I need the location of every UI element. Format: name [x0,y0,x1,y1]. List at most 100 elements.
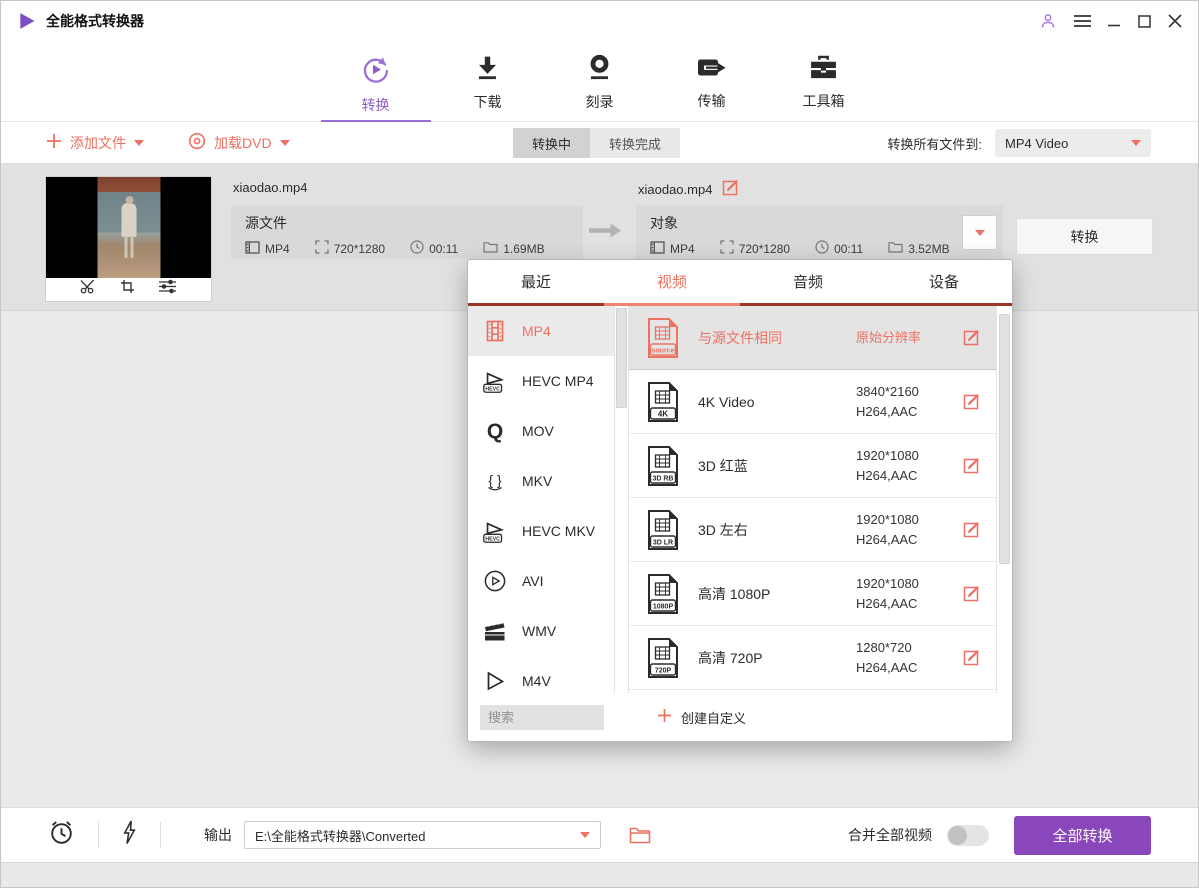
output-format-select[interactable]: MP4 Video [995,129,1151,157]
format-item-m4v[interactable]: M4V [468,656,614,693]
edit-preset-icon[interactable] [963,328,982,347]
search-input[interactable] [480,705,604,730]
tab-device[interactable]: 设备 [876,260,1012,303]
crop-icon[interactable] [120,279,135,299]
format-label: HEVC MKV [522,523,595,539]
preset-name: 3D 红蓝 [698,456,856,476]
preset-detail: 1920*1080H264,AAC [856,446,919,486]
app-logo-icon [17,11,37,31]
source-duration: 00:11 [429,242,458,256]
output-format-value: MP4 Video [1005,136,1068,151]
format-list-scrollbar[interactable] [614,306,629,693]
effects-sliders-icon[interactable] [158,279,177,299]
scrollbar-thumb[interactable] [616,308,627,408]
edit-preset-icon[interactable] [963,456,982,475]
film-frame-icon [650,241,665,257]
convert-row-button[interactable]: 转换 [1016,218,1153,255]
toolbox-icon [809,54,838,86]
tab-video[interactable]: 视频 [604,260,740,303]
format-item-mov[interactable]: Q MOV [468,406,614,456]
tab-converted[interactable]: 转换完成 [590,128,680,158]
source-file-name: xiaodao.mp4 [233,180,307,195]
minimize-icon[interactable] [1108,15,1121,28]
transfer-device-icon [696,54,727,86]
preset-detail: 3840*2160H264,AAC [856,382,919,422]
convert-all-button[interactable]: 全部转换 [1014,816,1151,855]
nav-tab-download[interactable]: 下载 [455,41,521,121]
preset-row-3d-left-right[interactable]: 3D LR 3D 左右 1920*1080H264,AAC [629,498,996,562]
edit-preset-icon[interactable] [963,584,982,603]
tab-recent[interactable]: 最近 [468,260,604,303]
scrollbar-thumb[interactable] [999,314,1010,564]
nav-tab-burn[interactable]: 刻录 [567,41,633,121]
add-files-button[interactable]: 添加文件 [46,133,144,153]
target-duration: 00:11 [834,242,863,256]
output-path-value: E:\全能格式转换器\Converted [255,826,426,845]
tab-audio[interactable]: 音频 [740,260,876,303]
nav-tab-transfer[interactable]: 传输 [679,41,745,121]
svg-text:source: source [652,347,675,354]
create-custom-button[interactable]: 创建自定义 [657,708,746,727]
target-resolution: 720*1280 [739,242,790,256]
preset-list-scrollbar[interactable] [996,306,1012,693]
filmstrip-icon [481,319,509,343]
app-window: 全能格式转换器 转换 下载 刻录 传输 工具箱 [0,0,1199,888]
preset-name: 高清 1080P [698,584,856,604]
folder-icon [483,241,498,256]
hardware-acceleration-icon[interactable] [122,820,137,850]
footer-strip [1,862,1198,888]
matroska-braces-icon: { } [481,469,509,493]
format-item-mkv[interactable]: { } MKV [468,456,614,506]
rename-edit-icon[interactable] [722,178,741,200]
edit-preset-icon[interactable] [963,392,982,411]
format-picker-tabs: 最近 视频 音频 设备 [468,260,1012,306]
create-custom-label: 创建自定义 [681,708,746,727]
nav-tab-toolbox[interactable]: 工具箱 [791,41,857,121]
thumbnail-preview [46,177,211,278]
format-label: MKV [522,473,552,489]
edit-preset-icon[interactable] [963,520,982,539]
merge-all-videos-toggle[interactable] [947,825,989,846]
user-account-icon[interactable] [1039,12,1057,30]
resolution-icon [720,240,734,257]
target-format: MP4 [670,242,695,256]
preset-row-4k-video[interactable]: 4K 4K Video 3840*2160H264,AAC [629,370,996,434]
format-item-hevc-mkv[interactable]: HEVC HEVC MKV [468,506,614,556]
video-thumbnail [46,177,211,301]
chevron-down-icon [134,140,144,146]
preset-row-3d-red-blue[interactable]: 3D RB 3D 红蓝 1920*1080H264,AAC [629,434,996,498]
tab-converting[interactable]: 转换中 [513,128,590,158]
nav-tab-convert[interactable]: 转换 [343,41,409,121]
schedule-alarm-icon[interactable] [48,819,75,851]
format-item-mp4[interactable]: MP4 [468,306,614,356]
maximize-icon[interactable] [1138,15,1151,28]
format-label: M4V [522,673,551,689]
burn-disc-icon [586,54,613,87]
load-dvd-label: 加载DVD [214,133,272,153]
convert-refresh-play-icon [360,54,391,90]
queue-tabs: 转换中 转换完成 [513,128,680,158]
format-item-avi[interactable]: AVI [468,556,614,606]
nav-tab-label: 下载 [474,92,502,112]
open-output-folder-icon[interactable] [629,826,651,844]
preset-list: source 与源文件相同 原始分辨率 4K 4K Video 3840*216… [629,306,996,693]
source-size: 1.69MB [503,242,544,256]
close-icon[interactable] [1168,14,1182,28]
format-item-wmv[interactable]: WMV [468,606,614,656]
output-path-select[interactable]: E:\全能格式转换器\Converted [244,821,601,849]
chevron-down-icon [975,230,985,236]
trim-scissors-icon[interactable] [80,279,97,299]
preset-row-hd-720p[interactable]: 720P 高清 720P 1280*720H264,AAC [629,626,996,690]
thumbnail-toolbar [46,278,211,300]
preset-name: 3D 左右 [698,520,856,540]
nav-tab-label: 传输 [698,91,726,111]
format-item-hevc-mp4[interactable]: HEVC HEVC MP4 [468,356,614,406]
preset-row-same-as-source[interactable]: source 与源文件相同 原始分辨率 [629,306,996,370]
svg-text:3D LR: 3D LR [653,539,673,546]
toggle-knob [948,826,967,845]
edit-preset-icon[interactable] [963,648,982,667]
menu-icon[interactable] [1074,14,1091,28]
preset-row-hd-1080p[interactable]: 1080P 高清 1080P 1920*1080H264,AAC [629,562,996,626]
load-dvd-button[interactable]: 加载DVD [188,132,290,153]
target-format-dropdown-button[interactable] [962,215,997,250]
